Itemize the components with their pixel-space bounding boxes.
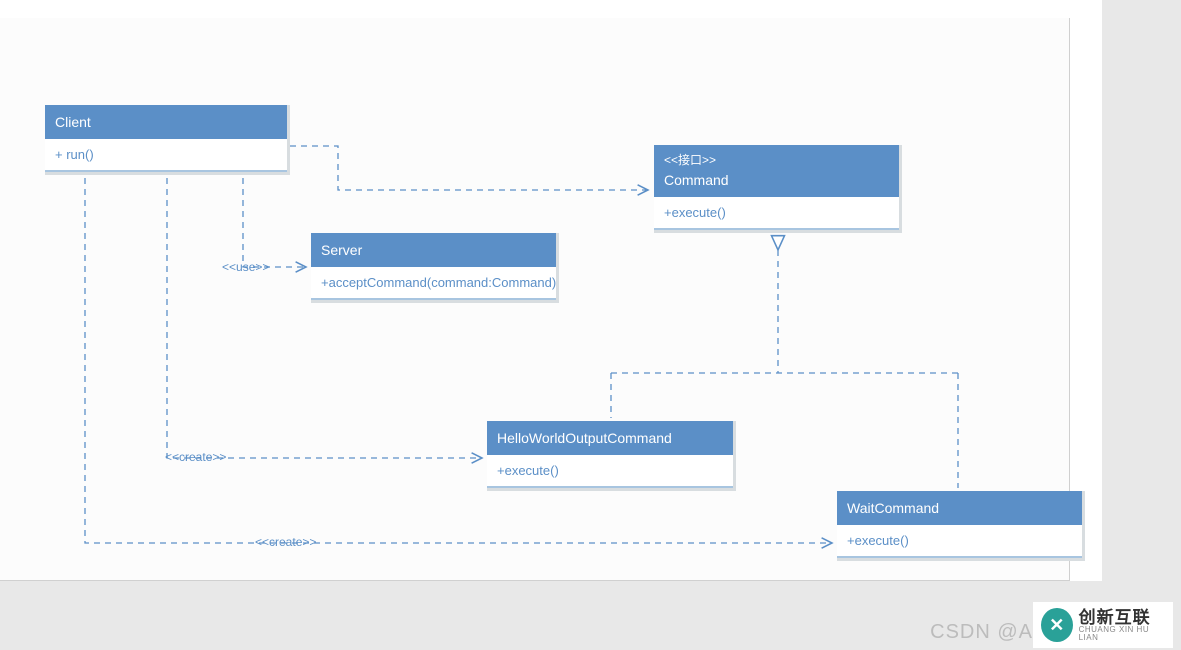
uml-class-client: Client + run() xyxy=(45,105,290,175)
uml-diagram-panel: Client + run() Server +acceptCommand(com… xyxy=(0,18,1070,581)
brand-name-en: CHUANG XIN HU LIAN xyxy=(1079,626,1165,642)
relation-label-create-wait: <<create>> xyxy=(255,535,316,549)
uml-class-method: +execute() xyxy=(654,197,899,230)
uml-interface-command: <<接口>> Command +execute() xyxy=(654,145,902,233)
uml-class-title: WaitCommand xyxy=(837,491,1082,525)
csdn-watermark: CSDN @A xyxy=(930,621,1033,644)
page-content: Client + run() Server +acceptCommand(com… xyxy=(0,0,1102,581)
uml-class-method: + run() xyxy=(45,139,287,172)
uml-class-title: Server xyxy=(311,233,556,267)
uml-class-wait: WaitCommand +execute() xyxy=(837,491,1085,561)
brand-glyph: ✕ xyxy=(1049,615,1064,636)
uml-class-title: <<接口>> Command xyxy=(654,145,899,197)
brand-name-zh: 创新互联 xyxy=(1079,609,1165,626)
uml-class-method: +execute() xyxy=(487,455,733,488)
uml-class-server: Server +acceptCommand(command:Command) xyxy=(311,233,559,303)
uml-class-method: +acceptCommand(command:Command) xyxy=(311,267,556,300)
uml-class-title: Client xyxy=(45,105,287,139)
brand-logo-icon: ✕ xyxy=(1041,608,1073,642)
uml-class-method: +execute() xyxy=(837,525,1082,558)
uml-class-title: HelloWorldOutputCommand xyxy=(487,421,733,455)
relation-label-create-hello: <<create>> xyxy=(165,450,226,464)
uml-stereotype: <<接口>> xyxy=(664,153,889,169)
relation-label-use: <<use>> xyxy=(222,260,269,274)
brand-badge: ✕ 创新互联 CHUANG XIN HU LIAN xyxy=(1033,602,1173,648)
brand-text: 创新互联 CHUANG XIN HU LIAN xyxy=(1079,609,1165,642)
uml-title-text: Command xyxy=(664,172,729,188)
uml-class-hello: HelloWorldOutputCommand +execute() xyxy=(487,421,736,491)
